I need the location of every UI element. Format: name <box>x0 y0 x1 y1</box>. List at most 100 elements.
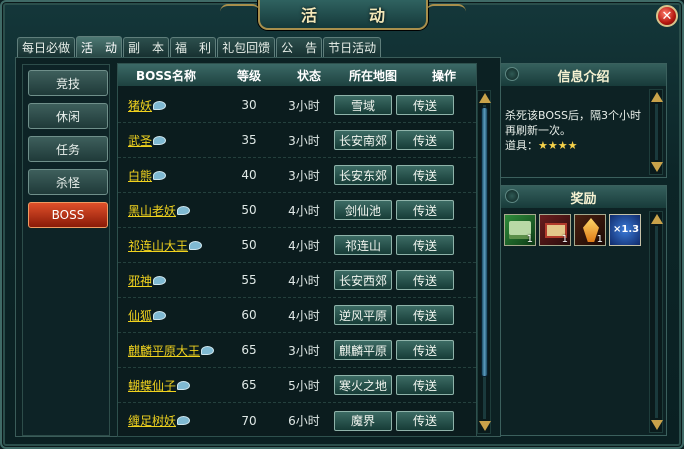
tab-gift[interactable]: 礼包回馈 <box>217 37 276 57</box>
reward-scrollbar[interactable] <box>649 211 663 433</box>
boss-level: 60 <box>241 308 257 322</box>
map-button[interactable]: 祁连山 <box>334 235 392 255</box>
teleport-button[interactable]: 传送 <box>396 235 454 255</box>
chat-bubble-icon[interactable] <box>189 240 203 250</box>
blue-multiplier-icon[interactable]: ×1.3 <box>609 214 641 246</box>
teleport-button[interactable]: 传送 <box>396 200 454 220</box>
teleport-button[interactable]: 传送 <box>396 375 454 395</box>
boss-name-link[interactable]: 麒麟平原大王 <box>118 342 224 359</box>
boss-name-link[interactable]: 祁连山大王 <box>118 237 224 254</box>
tab-festival[interactable]: 节日活动 <box>323 37 382 57</box>
boss-name-link[interactable]: 缠足树妖 <box>118 412 224 429</box>
boss-status: 3小时 <box>288 343 320 358</box>
table-header: BOSS名称 等级 状态 所在地图 操作 <box>118 64 476 86</box>
chat-bubble-icon[interactable] <box>177 205 191 215</box>
header-boss-name: BOSS名称 <box>135 68 197 83</box>
item-qty: 1 <box>561 234 568 245</box>
tab-activity[interactable]: 活 动 <box>76 36 123 57</box>
close-icon: ✕ <box>661 8 673 24</box>
sidebar-item-quest[interactable]: 任务 <box>28 136 108 162</box>
map-button[interactable]: 麒麟平原 <box>334 340 392 360</box>
tab-label: 福 利 <box>175 41 212 55</box>
sidebar-item-label: BOSS <box>51 208 85 222</box>
scroll-down-icon[interactable] <box>479 421 491 431</box>
scroll-down-icon[interactable] <box>651 162 663 172</box>
header-action: 操作 <box>431 68 456 83</box>
tab-dungeon[interactable]: 副 本 <box>123 37 170 57</box>
item-qty: ×1.3 <box>613 224 640 235</box>
scroll-up-icon[interactable] <box>651 92 663 102</box>
boss-name-link[interactable]: 邪神 <box>118 272 224 289</box>
boss-name: 邪神 <box>128 273 153 288</box>
chat-bubble-icon[interactable] <box>177 380 191 390</box>
chat-bubble-icon[interactable] <box>153 275 167 285</box>
boss-name-link[interactable]: 猪妖 <box>118 97 224 114</box>
map-button[interactable]: 长安西郊 <box>334 270 392 290</box>
teleport-button[interactable]: 传送 <box>396 95 454 115</box>
teleport-button[interactable]: 传送 <box>396 305 454 325</box>
chat-bubble-icon[interactable] <box>153 135 167 145</box>
teleport-button[interactable]: 传送 <box>396 340 454 360</box>
teleport-button[interactable]: 传送 <box>396 165 454 185</box>
boss-name-link[interactable]: 白熊 <box>118 167 224 184</box>
red-chest-icon[interactable]: 1 <box>539 214 571 246</box>
boss-name: 猪妖 <box>128 98 153 113</box>
scroll-down-icon[interactable] <box>651 420 663 430</box>
jade-ornament-icon <box>505 67 519 81</box>
gold-crystal-icon[interactable]: 1 <box>574 214 606 246</box>
map-button[interactable]: 雪域 <box>334 95 392 115</box>
boss-status: 6小时 <box>288 414 320 428</box>
chat-bubble-icon[interactable] <box>153 100 167 110</box>
sidebar-item-hunt[interactable]: 杀怪 <box>28 169 108 195</box>
reward-panel-header: 奖励 <box>501 186 666 208</box>
item-qty: 1 <box>596 234 603 245</box>
boss-name-link[interactable]: 仙狐 <box>118 307 224 324</box>
boss-name-link[interactable]: 蝴蝶仙子 <box>118 377 224 394</box>
chat-bubble-icon[interactable] <box>153 310 167 320</box>
teleport-button[interactable]: 传送 <box>396 130 454 150</box>
sidebar-item-leisure[interactable]: 休闲 <box>28 103 108 129</box>
info-item-row: 道具：★★★★ <box>505 138 645 153</box>
green-mahjong-icon[interactable]: 1 <box>504 214 536 246</box>
chat-bubble-icon[interactable] <box>201 345 215 355</box>
scroll-thumb[interactable] <box>481 107 488 377</box>
sidebar-item-arena[interactable]: 竞技 <box>28 70 108 96</box>
tab-notice[interactable]: 公 告 <box>276 37 323 57</box>
map-button[interactable]: 魔界 <box>334 410 392 431</box>
boss-name-link[interactable]: 黑山老妖 <box>118 202 224 219</box>
scroll-up-icon[interactable] <box>479 93 491 103</box>
info-scrollbar[interactable] <box>649 89 663 175</box>
boss-name: 祁连山大王 <box>128 238 189 253</box>
close-button[interactable]: ✕ <box>656 5 678 27</box>
boss-status: 5小时 <box>288 378 320 393</box>
teleport-button[interactable]: 传送 <box>396 270 454 290</box>
boss-status: 3小时 <box>288 98 320 113</box>
map-button[interactable]: 寒火之地 <box>334 375 392 395</box>
table-row: 武圣 35 3小时 长安南郊 传送 <box>118 123 476 158</box>
category-sidebar: 竞技 休闲 任务 杀怪 BOSS <box>22 64 110 436</box>
sidebar-item-boss[interactable]: BOSS <box>28 202 108 228</box>
boss-level: 55 <box>241 273 257 287</box>
star-rating: ★★★★ <box>538 139 578 152</box>
boss-level: 50 <box>241 238 257 252</box>
boss-status: 4小时 <box>288 238 320 253</box>
scroll-track[interactable] <box>655 226 658 418</box>
sidebar-item-label: 竞技 <box>55 76 80 91</box>
boss-name-link[interactable]: 武圣 <box>118 132 224 149</box>
table-scrollbar[interactable] <box>477 90 491 434</box>
teleport-button[interactable]: 传送 <box>396 410 454 431</box>
chat-bubble-icon[interactable] <box>177 416 191 425</box>
map-button[interactable]: 长安东郊 <box>334 165 392 185</box>
tab-welfare[interactable]: 福 利 <box>170 37 217 57</box>
tab-daily[interactable]: 每日必做 <box>17 37 76 57</box>
sidebar-item-label: 休闲 <box>55 109 80 124</box>
scroll-up-icon[interactable] <box>651 214 663 224</box>
scroll-track[interactable] <box>655 104 658 160</box>
map-button[interactable]: 剑仙池 <box>334 200 392 220</box>
jade-ornament-icon <box>505 189 519 203</box>
map-button[interactable]: 长安南郊 <box>334 130 392 150</box>
chat-bubble-icon[interactable] <box>153 170 167 180</box>
item-qty: 1 <box>526 234 533 245</box>
map-button[interactable]: 逆风平原 <box>334 305 392 325</box>
boss-name: 仙狐 <box>128 308 153 323</box>
